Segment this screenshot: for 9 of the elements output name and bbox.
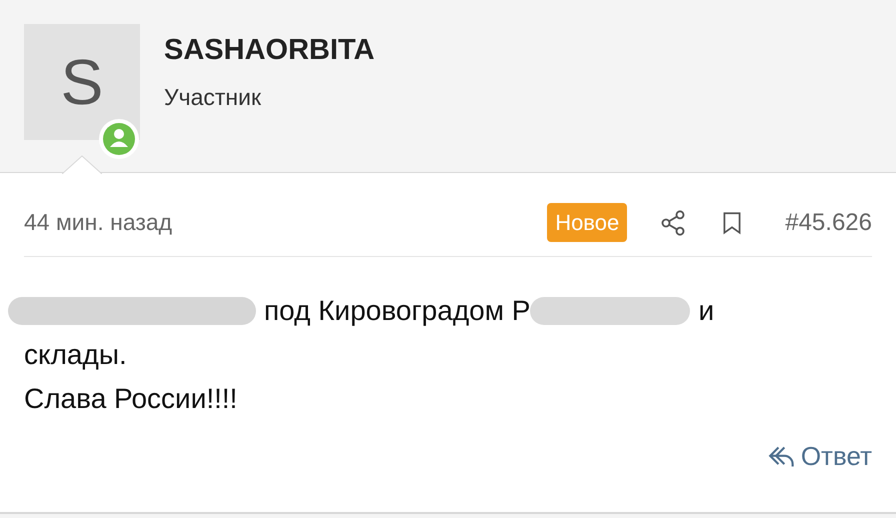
post-text: под Кировоградом Р и склады. Слава России!!!!	[8, 257, 872, 421]
user-role: Участник	[164, 83, 262, 112]
share-icon[interactable]	[659, 208, 688, 236]
reply-button[interactable]: Ответ	[766, 437, 872, 476]
new-label: Новое	[547, 203, 628, 242]
username[interactable]: SASHAORBITA	[164, 32, 375, 68]
avatar[interactable]: S	[24, 24, 140, 140]
post-time: 44 мин. назад	[24, 208, 172, 238]
post-number[interactable]: #45.626	[785, 204, 872, 240]
